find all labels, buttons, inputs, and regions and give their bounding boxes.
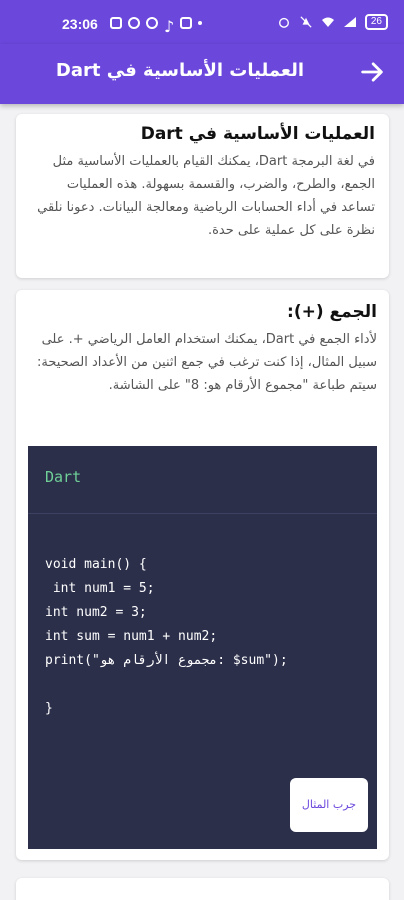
battery-icon: 26 [364, 14, 388, 30]
linkedin-icon [180, 17, 192, 29]
messenger-icon [128, 17, 140, 29]
system-icons: 26 [277, 14, 388, 30]
dot-icon [198, 21, 202, 25]
status-time: 23:06 [62, 16, 98, 32]
addition-heading: الجمع (+): [287, 302, 377, 322]
page-title: العمليات الأساسية في Dart [55, 60, 304, 81]
addition-card: الجمع (+): لأداء الجمع في Dart، يمكنك اس… [16, 290, 389, 860]
code-block: Dart void main() { int num1 = 5; int num… [28, 446, 377, 849]
mute-icon [300, 16, 312, 28]
intro-body: في لغة البرمجة Dart، يمكنك القيام بالعمل… [37, 154, 375, 238]
notification-icons: ♪ [110, 17, 202, 36]
code-header: Dart [28, 446, 377, 514]
alarm-icon [278, 17, 289, 28]
try-example-button[interactable]: جرب المثال [290, 778, 368, 832]
code-content: void main() { int num1 = 5; int num2 = 3… [45, 557, 288, 716]
back-arrow-icon[interactable] [358, 58, 386, 86]
tiktok-icon: ♪ [164, 17, 175, 36]
instagram-icon [110, 17, 122, 29]
status-bar: 23:06 ♪ 26 [0, 0, 404, 44]
next-card [16, 878, 389, 900]
addition-note: سيتم طباعة "مجموع الأرقام هو: 8" على الش… [108, 378, 377, 393]
intro-heading: العمليات الأساسية في Dart [140, 124, 375, 144]
sync-icon [146, 17, 158, 29]
wifi-icon [321, 17, 334, 27]
intro-card: العمليات الأساسية في Dart في لغة البرمجة… [16, 114, 389, 278]
app-bar: العمليات الأساسية في Dart [0, 44, 404, 104]
signal-icon [343, 17, 356, 27]
addition-body: لأداء الجمع في Dart، يمكنك استخدام العام… [36, 332, 377, 370]
code-language-label: Dart [45, 468, 82, 486]
